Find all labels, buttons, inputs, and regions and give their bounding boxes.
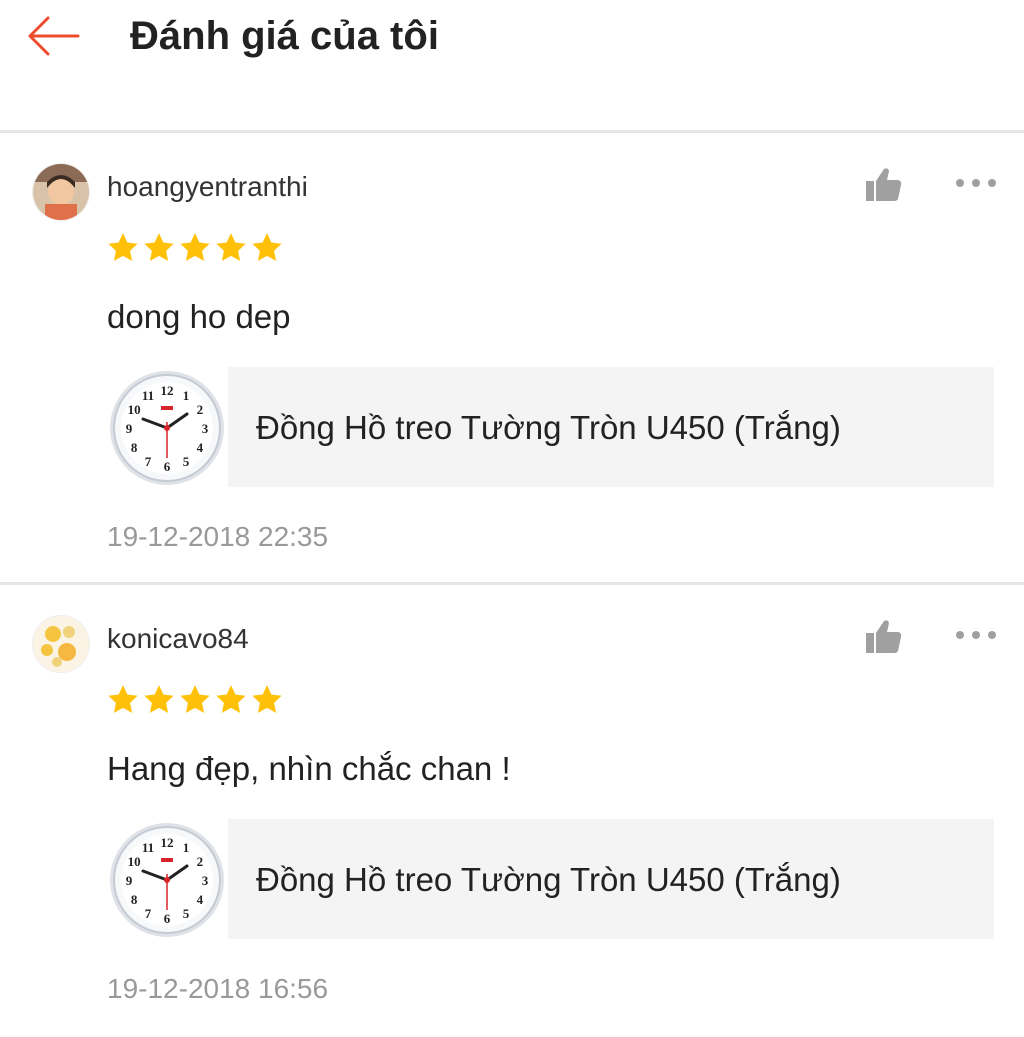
product-name: Đồng Hồ treo Tường Tròn U450 (Trắng) (256, 409, 841, 446)
like-button[interactable] (862, 617, 906, 657)
svg-text:5: 5 (183, 454, 190, 469)
product-image[interactable]: 12 1 2 3 4 5 6 7 8 9 10 11 (108, 369, 226, 487)
like-button[interactable] (862, 165, 906, 205)
svg-text:11: 11 (142, 840, 154, 855)
svg-text:3: 3 (202, 873, 209, 888)
star-icon (252, 233, 282, 261)
review-comment: Hang đẹp, nhìn chắc chan ! (107, 750, 511, 787)
svg-text:12: 12 (161, 383, 174, 398)
review-divider (0, 582, 1024, 585)
more-button[interactable] (952, 623, 1000, 647)
star-icon (216, 233, 246, 261)
svg-text:11: 11 (142, 388, 154, 403)
svg-text:6: 6 (164, 911, 171, 926)
page-title: Đánh giá của tôi (130, 14, 439, 58)
star-icon (180, 685, 210, 713)
more-button[interactable] (952, 171, 1000, 195)
arrow-left-icon (28, 16, 80, 56)
svg-text:9: 9 (126, 421, 133, 436)
product-image[interactable]: 12 1 2 3 4 5 6 7 8 9 10 11 (108, 821, 226, 939)
star-icon (216, 685, 246, 713)
review-card: hoangyentranthi dong ho dep 12 1 2 3 4 5 6 7 8 9 1… (0, 135, 1024, 585)
svg-text:1: 1 (183, 388, 190, 403)
star-icon (108, 685, 138, 713)
avatar[interactable] (32, 615, 90, 673)
more-dots-icon (956, 631, 996, 639)
more-dots-icon (956, 179, 996, 187)
svg-text:4: 4 (197, 892, 204, 907)
header-divider (0, 130, 1024, 133)
svg-text:7: 7 (145, 906, 152, 921)
star-icon (144, 233, 174, 261)
star-icon (252, 685, 282, 713)
product-link[interactable]: Đồng Hồ treo Tường Tròn U450 (Trắng) (228, 367, 994, 487)
product-link[interactable]: Đồng Hồ treo Tường Tròn U450 (Trắng) (228, 819, 994, 939)
svg-text:3: 3 (202, 421, 209, 436)
username[interactable]: hoangyentranthi (107, 169, 308, 205)
wall-clock-image: 12 12 3 45678 9 1011 (110, 371, 224, 485)
star-icon (144, 685, 174, 713)
back-button[interactable] (22, 12, 86, 60)
svg-text:9: 9 (126, 873, 133, 888)
svg-text:6: 6 (164, 459, 171, 474)
svg-text:7: 7 (145, 454, 152, 469)
svg-text:5: 5 (183, 906, 190, 921)
svg-text:8: 8 (131, 440, 138, 455)
username[interactable]: konicavo84 (107, 621, 249, 657)
svg-text:4: 4 (197, 440, 204, 455)
svg-text:2: 2 (197, 402, 204, 417)
svg-text:2: 2 (197, 854, 204, 869)
star-icon (108, 233, 138, 261)
review-timestamp: 19-12-2018 16:56 (107, 973, 329, 1004)
svg-text:10: 10 (128, 854, 141, 869)
thumbs-up-icon (866, 168, 902, 201)
star-rating (106, 683, 284, 717)
review-timestamp: 19-12-2018 22:35 (107, 521, 329, 552)
svg-text:1: 1 (183, 840, 190, 855)
star-icon (180, 233, 210, 261)
product-name: Đồng Hồ treo Tường Tròn U450 (Trắng) (256, 861, 841, 898)
wall-clock-image: 12 12 3 45678 9 1011 (110, 823, 224, 937)
thumbs-up-icon (866, 620, 902, 653)
svg-text:10: 10 (128, 402, 141, 417)
star-rating (106, 231, 284, 265)
review-comment: dong ho dep (107, 298, 291, 335)
header: Đánh giá của tôi (0, 0, 1024, 130)
svg-text:8: 8 (131, 892, 138, 907)
review-card: konicavo84 Hang đẹp, nhìn chắc chan ! 12… (0, 587, 1024, 1037)
svg-text:12: 12 (161, 835, 174, 850)
avatar[interactable] (32, 163, 90, 221)
